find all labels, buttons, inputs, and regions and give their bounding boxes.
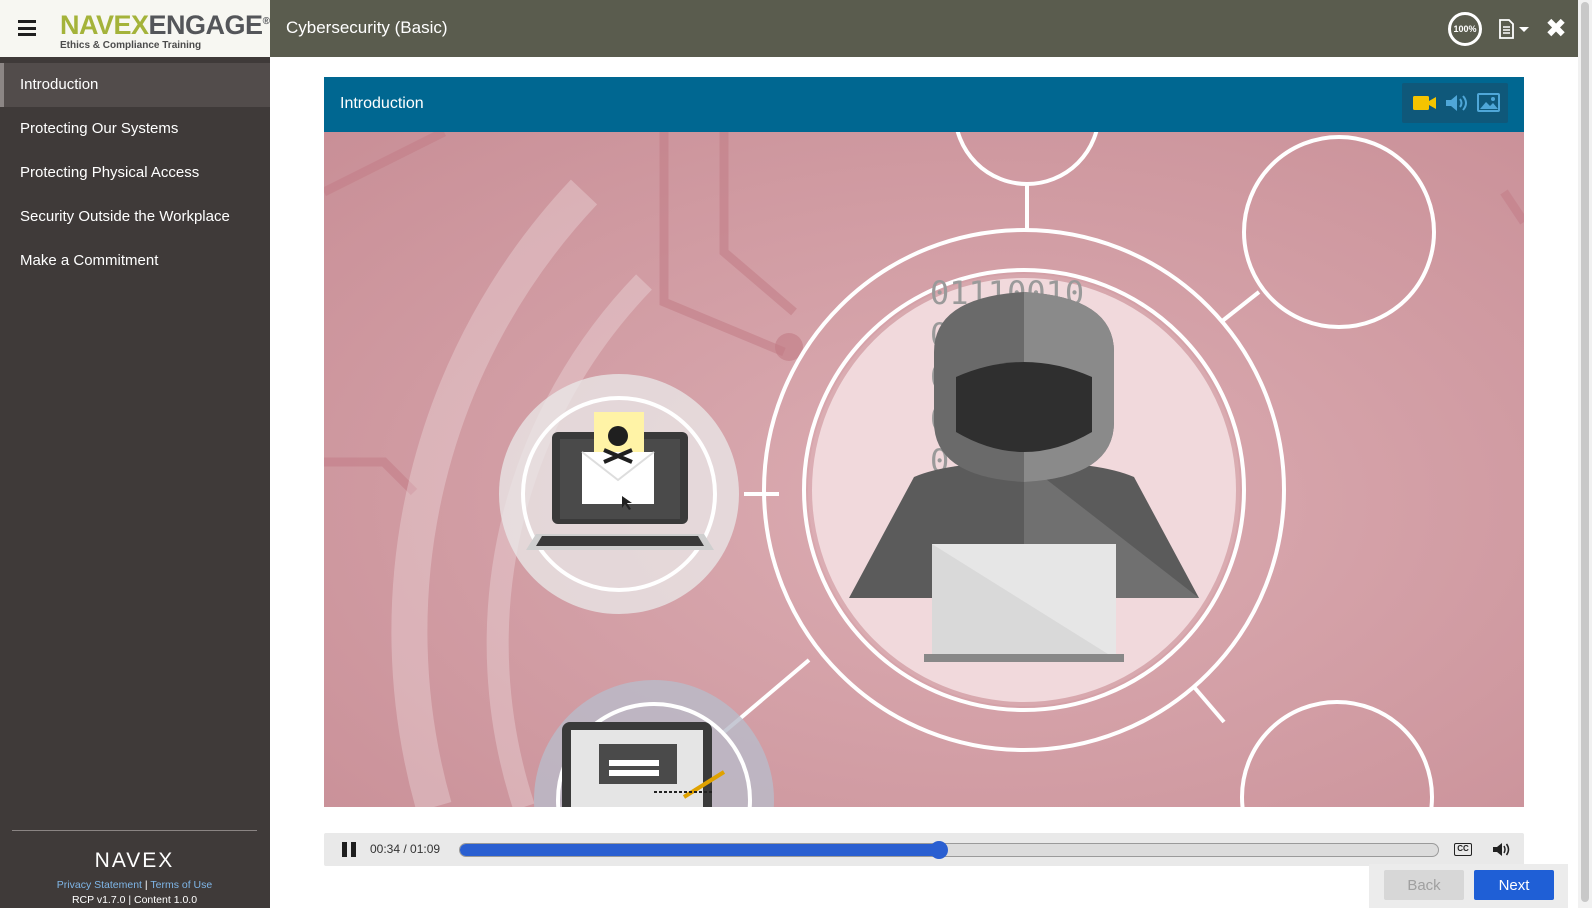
course-title: Cybersecurity (Basic) bbox=[286, 18, 448, 37]
sidebar: NAVEXENGAGE® Ethics & Compliance Trainin… bbox=[0, 0, 270, 908]
panel-title: Introduction bbox=[340, 95, 424, 112]
next-button[interactable]: Next bbox=[1474, 870, 1554, 900]
video-stage[interactable]: 01110010 01 01 01 01 bbox=[324, 132, 1524, 807]
logo-tagline: Ethics & Compliance Training bbox=[60, 40, 202, 51]
document-icon bbox=[1499, 19, 1529, 39]
volume-icon[interactable] bbox=[1492, 841, 1510, 858]
sidebar-footer: NAVEX Privacy Statement | Terms of Use R… bbox=[12, 830, 257, 906]
scrollbar-thumb[interactable] bbox=[1581, 2, 1589, 902]
seek-progress-fill bbox=[460, 844, 940, 856]
sidebar-item-security-outside-workplace[interactable]: Security Outside the Workplace bbox=[0, 195, 270, 239]
navex-engage-logo: NAVEXENGAGE® Ethics & Compliance Trainin… bbox=[60, 9, 270, 52]
video-seek-slider[interactable] bbox=[459, 841, 1439, 859]
sidebar-item-protecting-physical-access[interactable]: Protecting Physical Access bbox=[0, 151, 270, 195]
course-menu: Introduction Protecting Our Systems Prot… bbox=[0, 63, 270, 283]
page-navigation: Back Next bbox=[1369, 864, 1568, 908]
hamburger-icon[interactable] bbox=[18, 20, 36, 36]
navex-logo: NAVEX bbox=[94, 849, 175, 872]
terms-of-use-link[interactable]: Terms of Use bbox=[150, 879, 212, 891]
closed-captions-button[interactable]: CC bbox=[1454, 843, 1472, 856]
sidebar-item-protecting-our-systems[interactable]: Protecting Our Systems bbox=[0, 107, 270, 151]
sidebar-item-introduction[interactable]: Introduction bbox=[0, 63, 270, 107]
panel-header: Introduction bbox=[324, 77, 1524, 132]
logo-part-navex: NAVEX bbox=[60, 10, 149, 40]
document-menu-button[interactable] bbox=[1498, 18, 1532, 40]
page-scrollbar[interactable] bbox=[1578, 0, 1592, 908]
footer-link-separator: | bbox=[144, 879, 148, 891]
brand-header: NAVEXENGAGE® Ethics & Compliance Trainin… bbox=[0, 0, 270, 57]
course-progress-indicator[interactable]: 100% bbox=[1448, 12, 1482, 46]
playback-time: 00:34 / 01:09 bbox=[370, 842, 441, 856]
version-info: RCP v1.7.0 | Content 1.0.0 bbox=[71, 894, 198, 906]
privacy-statement-link[interactable]: Privacy Statement bbox=[57, 879, 142, 891]
laptop-login-illustration bbox=[562, 722, 726, 807]
speaker-icon[interactable] bbox=[1444, 91, 1470, 115]
image-icon[interactable] bbox=[1476, 91, 1502, 115]
video-frame-illustration: 01110010 01 01 01 01 bbox=[324, 132, 1524, 807]
seek-handle[interactable] bbox=[930, 841, 949, 859]
pause-icon[interactable] bbox=[342, 842, 358, 857]
logo-part-engage: ENGAGE bbox=[148, 10, 264, 40]
video-controls: 00:34 / 01:09 CC bbox=[324, 833, 1524, 866]
top-bar: Cybersecurity (Basic) 100% ✖ bbox=[270, 0, 1578, 57]
media-toggle-group bbox=[1402, 83, 1508, 123]
close-icon[interactable]: ✖ bbox=[1542, 14, 1570, 42]
footer-links: Privacy Statement | Terms of Use bbox=[12, 879, 257, 891]
sidebar-item-make-a-commitment[interactable]: Make a Commitment bbox=[0, 239, 270, 283]
logo-registered-mark: ® bbox=[262, 16, 270, 27]
video-camera-icon[interactable] bbox=[1412, 91, 1438, 115]
back-button[interactable]: Back bbox=[1384, 870, 1464, 900]
